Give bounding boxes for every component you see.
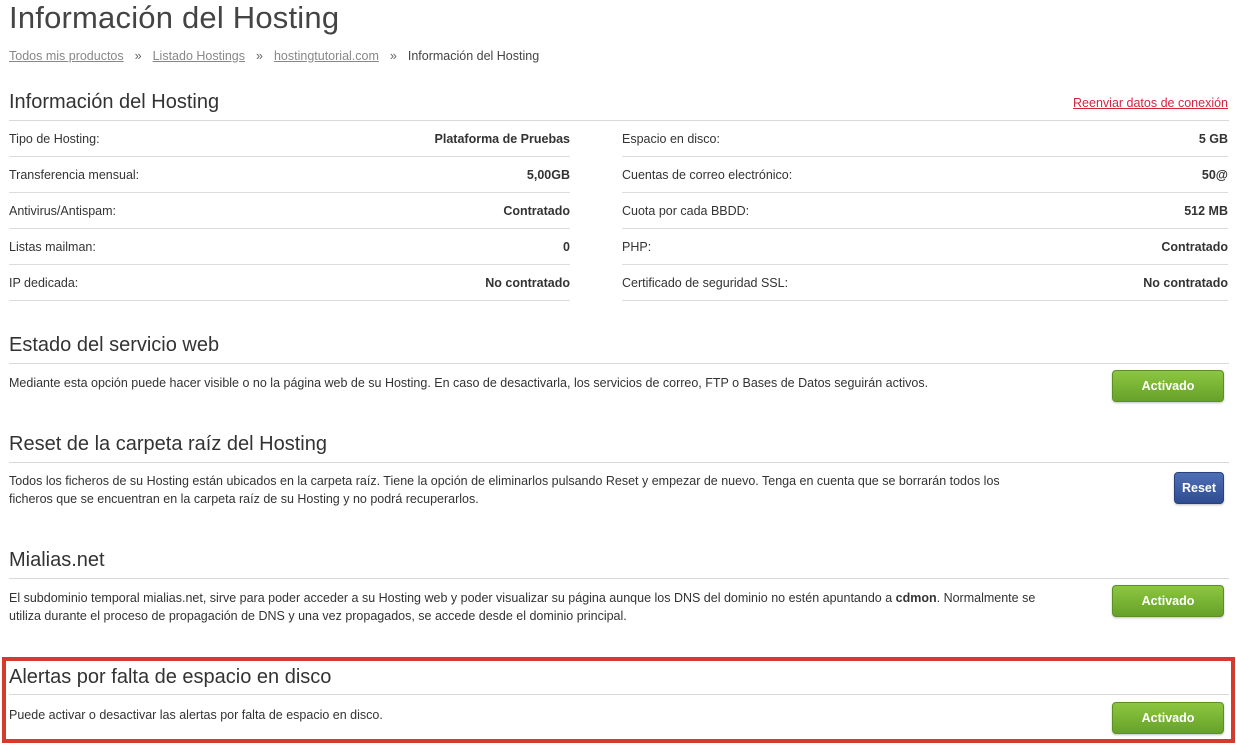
info-label: Tipo de Hosting: (9, 131, 100, 146)
hosting-info-left-column: Tipo de Hosting: Plataforma de Pruebas T… (9, 121, 570, 301)
info-value: No contratado (1143, 275, 1228, 290)
resend-connection-data-link[interactable]: Reenviar datos de conexión (1073, 96, 1228, 110)
info-row-hosting-type: Tipo de Hosting: Plataforma de Pruebas (9, 121, 570, 157)
reset-root-description-line2: ficheros que se encuentran en la carpeta… (9, 492, 479, 506)
breadcrumb-separator: » (134, 49, 142, 63)
info-row-mailman-lists: Listas mailman: 0 (9, 229, 570, 265)
reset-root-description-line1: Todos los ficheros de su Hosting están u… (9, 474, 1000, 488)
info-row-antivirus: Antivirus/Antispam: Contratado (9, 193, 570, 229)
divider (9, 578, 1229, 579)
divider (9, 363, 1229, 364)
info-row-email-accounts: Cuentas de correo electrónico: 50@ (622, 157, 1228, 193)
info-value: Plataforma de Pruebas (434, 131, 570, 146)
mialias-description: El subdominio temporal mialias.net, sirv… (9, 589, 1089, 625)
info-label: PHP: (622, 239, 652, 254)
breadcrumb-hosting-list[interactable]: Listado Hostings (153, 49, 245, 63)
page: Información del Hosting Todos mis produc… (0, 0, 1236, 745)
info-label: Transferencia mensual: (9, 167, 140, 182)
breadcrumb-separator: » (256, 49, 263, 63)
page-title: Información del Hosting (9, 0, 340, 35)
info-row-monthly-transfer: Transferencia mensual: 5,00GB (9, 157, 570, 193)
web-service-description: Mediante esta opción puede hacer visible… (9, 376, 929, 390)
info-value: 5,00GB (526, 167, 570, 182)
info-value: No contratado (485, 275, 570, 290)
info-value: 50@ (1201, 167, 1228, 182)
mialias-description-line1: El subdominio temporal mialias.net, sirv… (9, 591, 896, 605)
mialias-toggle-button[interactable]: Activado (1112, 585, 1224, 617)
web-service-title: Estado del servicio web (9, 334, 220, 356)
divider (9, 694, 1229, 695)
breadcrumb-all-products[interactable]: Todos mis productos (9, 49, 124, 63)
info-label: Espacio en disco: (622, 131, 720, 146)
reset-button[interactable]: Reset (1174, 472, 1224, 504)
info-value: 5 GB (1198, 131, 1228, 146)
disk-alerts-toggle-button[interactable]: Activado (1112, 702, 1224, 734)
info-label: Cuota por cada BBDD: (622, 203, 750, 218)
info-row-dedicated-ip: IP dedicada: No contratado (9, 265, 570, 301)
info-value: 0 (563, 239, 570, 254)
info-row-php: PHP: Contratado (622, 229, 1228, 265)
mialias-title: Mialias.net (9, 549, 105, 571)
reset-root-title: Reset de la carpeta raíz del Hosting (9, 433, 327, 455)
disk-alerts-description: Puede activar o desactivar las alertas p… (9, 708, 383, 722)
mialias-brand: cdmon (895, 591, 937, 605)
info-value: Contratado (503, 203, 570, 218)
info-value: 512 MB (1184, 203, 1228, 218)
info-value: Contratado (1161, 239, 1228, 254)
breadcrumb-separator: » (389, 49, 397, 63)
web-service-toggle-button[interactable]: Activado (1112, 370, 1224, 402)
info-row-disk-space: Espacio en disco: 5 GB (622, 121, 1228, 157)
hosting-info-title: Información del Hosting (9, 91, 220, 113)
breadcrumb: Todos mis productos » Listado Hostings »… (9, 49, 539, 63)
divider (9, 462, 1229, 463)
breadcrumb-domain[interactable]: hostingtutorial.com (274, 49, 379, 63)
info-label: Certificado de seguridad SSL: (622, 275, 789, 290)
reset-root-description: Todos los ficheros de su Hosting están u… (9, 472, 1069, 508)
info-row-db-quota: Cuota por cada BBDD: 512 MB (622, 193, 1228, 229)
mialias-description-line1-end: . Normalmente se (936, 591, 1036, 605)
info-row-ssl: Certificado de seguridad SSL: No contrat… (622, 265, 1228, 301)
mialias-description-line2: utiliza durante el proceso de propagació… (9, 609, 627, 623)
info-label: Cuentas de correo electrónico: (622, 167, 793, 182)
info-label: Antivirus/Antispam: (9, 203, 116, 218)
breadcrumb-current: Información del Hosting (407, 49, 540, 63)
info-label: Listas mailman: (9, 239, 96, 254)
hosting-info-right-column: Espacio en disco: 5 GB Cuentas de correo… (622, 121, 1228, 301)
info-label: IP dedicada: (9, 275, 79, 290)
disk-alerts-title: Alertas por falta de espacio en disco (9, 666, 332, 688)
